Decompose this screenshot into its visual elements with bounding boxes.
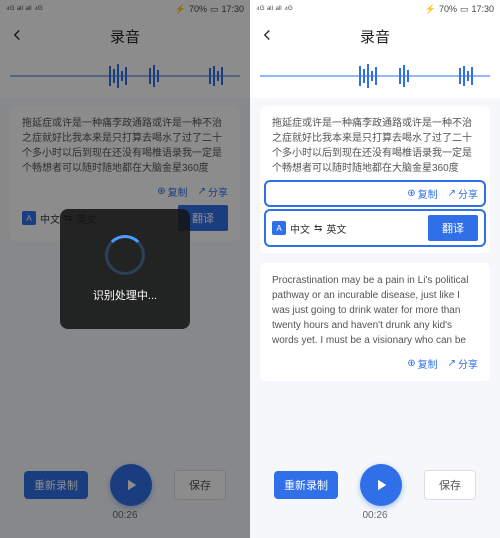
save-button[interactable]: 保存 [424, 470, 476, 500]
rerecord-button[interactable]: 重新录制 [274, 471, 338, 499]
rerecord-button[interactable]: 重新录制 [24, 471, 88, 499]
playback-time: 00:26 [112, 510, 137, 521]
header: 录音 [0, 18, 250, 54]
share-button[interactable]: ↗ 分享 [198, 184, 228, 199]
playback-time: 00:26 [362, 510, 387, 521]
language-pair[interactable]: A 中文 ⇆ 英文 [272, 221, 346, 236]
share-button[interactable]: ↗ 分享 [448, 356, 478, 371]
source-text: 拖延症或许是一种痛李政通路或许是一种不治之症就好比我本来是只打算去喝水了过了二十… [22, 116, 228, 176]
status-battery: 70% [189, 4, 207, 14]
copy-button[interactable]: ⊕ 复制 [157, 184, 187, 199]
status-batt-shape: ▭ [210, 4, 219, 15]
status-signal: ⁴ᴳ ᵃˡˡ ᵃˡˡ ⁴ᴳ [256, 4, 293, 14]
translate-a-icon: A [22, 211, 36, 225]
back-icon[interactable] [8, 26, 26, 49]
status-time: 17:30 [221, 4, 244, 14]
swap-icon: ⇆ [64, 213, 72, 224]
source-text-card: 拖延症或许是一种痛李政通路或许是一种不治之症就好比我本来是只打算去喝水了过了二十… [260, 106, 490, 253]
translate-button[interactable]: 翻译 [178, 205, 228, 231]
status-battery-icon: ⚡ [175, 4, 186, 15]
status-battery-icon: ⚡ [425, 4, 436, 15]
translation-card: Procrastination may be a pain in Li's po… [260, 263, 490, 381]
waveform [250, 54, 500, 98]
play-button[interactable] [110, 464, 152, 506]
waveform [0, 54, 250, 98]
copy-button[interactable]: ⊕ 复制 [407, 186, 437, 201]
status-batt-shape: ▭ [460, 4, 469, 15]
copy-button[interactable]: ⊕ 复制 [407, 356, 437, 371]
phone-result-state: ⁴ᴳ ᵃˡˡ ᵃˡˡ ⁴ᴳ ⚡ 70% ▭ 17:30 录音 [250, 0, 500, 538]
share-button[interactable]: ↗ 分享 [448, 186, 478, 201]
source-text-card: 拖延症或许是一种痛李政通路或许是一种不治之症就好比我本来是只打算去喝水了过了二十… [10, 106, 240, 241]
status-signal: ⁴ᴳ ᵃˡˡ ᵃˡˡ ⁴ᴳ [6, 4, 43, 14]
phone-processing-state: ⁴ᴳ ᵃˡˡ ᵃˡˡ ⁴ᴳ ⚡ 70% ▭ 17:30 录音 [0, 0, 250, 538]
status-bar: ⁴ᴳ ᵃˡˡ ᵃˡˡ ⁴ᴳ ⚡ 70% ▭ 17:30 [250, 0, 500, 18]
status-battery: 70% [439, 4, 457, 14]
status-bar: ⁴ᴳ ᵃˡˡ ᵃˡˡ ⁴ᴳ ⚡ 70% ▭ 17:30 [0, 0, 250, 18]
source-text: 拖延症或许是一种痛李政通路或许是一种不治之症就好比我本来是只打算去喝水了过了二十… [272, 116, 478, 176]
translate-button[interactable]: 翻译 [428, 215, 478, 241]
back-icon[interactable] [258, 26, 276, 49]
header: 录音 [250, 18, 500, 54]
page-title: 录音 [110, 26, 140, 47]
translate-a-icon: A [272, 221, 286, 235]
play-button[interactable] [360, 464, 402, 506]
save-button[interactable]: 保存 [174, 470, 226, 500]
language-pair[interactable]: A 中文 ⇆ 英文 [22, 211, 96, 226]
translation-text: Procrastination may be a pain in Li's po… [272, 273, 478, 348]
swap-icon: ⇆ [314, 223, 322, 234]
status-time: 17:30 [471, 4, 494, 14]
page-title: 录音 [360, 26, 390, 47]
